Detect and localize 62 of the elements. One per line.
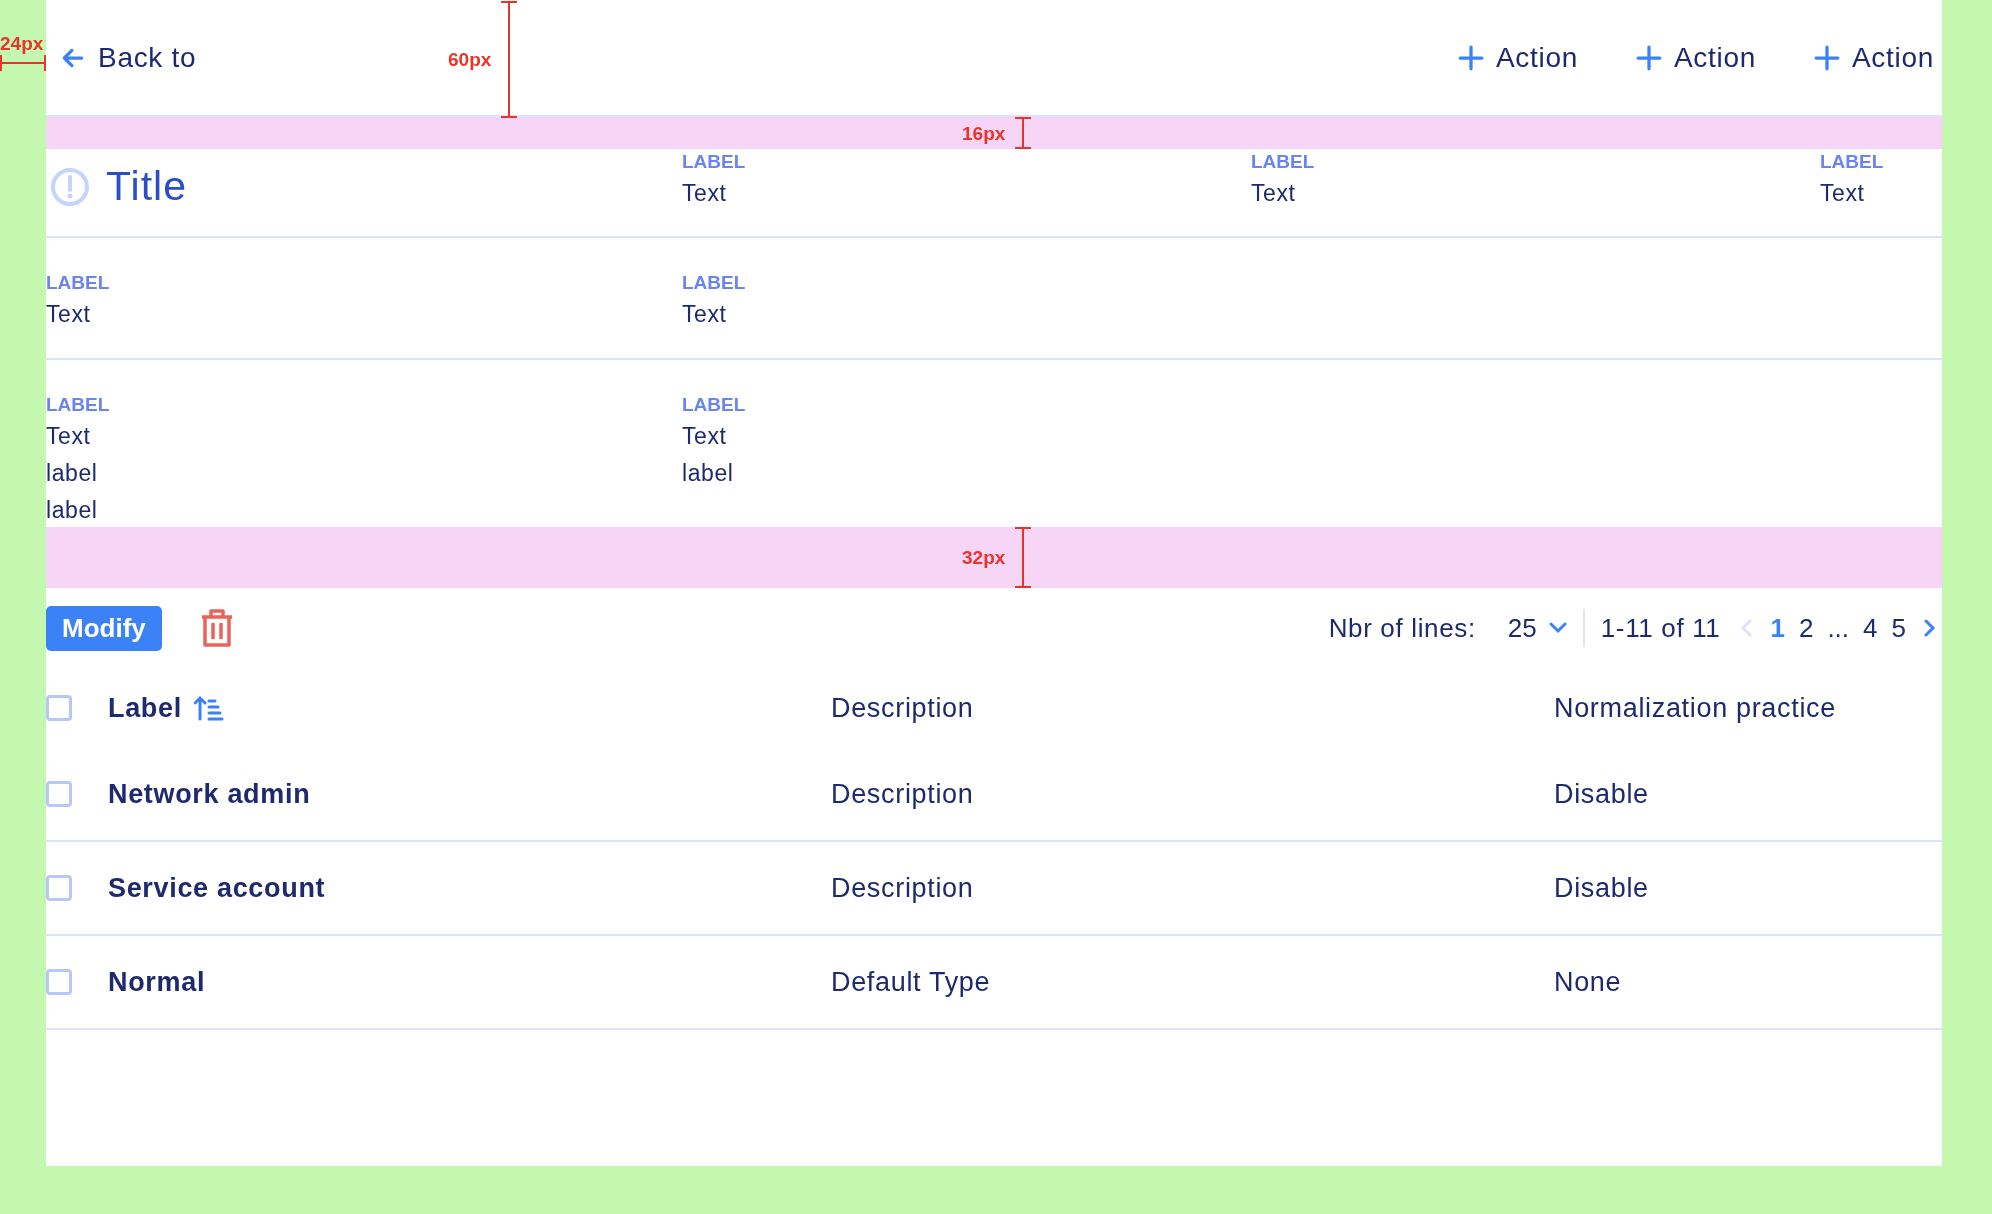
table-cell-text: Default Type	[831, 965, 992, 999]
table-cell-text: Disable	[1554, 871, 1650, 905]
plus-icon	[1457, 44, 1484, 71]
field-label: LABEL	[682, 271, 747, 295]
lines-per-page-select[interactable]: 25	[1507, 608, 1567, 648]
spacing-label: 24px	[0, 34, 44, 53]
field-value: label	[46, 496, 99, 525]
field-label: LABEL	[1251, 150, 1316, 174]
spacing-label: 60px	[448, 50, 492, 69]
field-value: label	[46, 459, 99, 488]
table-cell-text: Network admin	[108, 777, 312, 811]
checkbox[interactable]	[46, 781, 72, 807]
page-ellipsis: ...	[1827, 611, 1850, 645]
vertical-measure	[1013, 527, 1034, 588]
vertical-measure	[1013, 117, 1034, 149]
field-value: Text	[46, 300, 92, 329]
table-cell-text: None	[1554, 965, 1623, 999]
table-cell-text: Disable	[1554, 777, 1650, 811]
exclamation-circle-icon	[50, 166, 90, 207]
lines-per-page-label: Nbr of lines:	[1328, 611, 1476, 645]
action-button[interactable]: Action	[1457, 36, 1578, 79]
field-value: label	[682, 459, 735, 488]
field-value: Text	[682, 422, 728, 451]
page-link[interactable]: 2	[1798, 608, 1814, 648]
action-button[interactable]: Action	[1813, 36, 1934, 79]
field-value: Text	[1820, 179, 1866, 208]
field-label: LABEL	[46, 271, 111, 295]
page-link[interactable]: 5	[1891, 608, 1906, 648]
checkbox[interactable]	[46, 969, 72, 995]
column-header[interactable]: Normalization practice	[1554, 687, 1836, 729]
field-value: Text	[682, 179, 728, 208]
plus-icon	[1635, 44, 1662, 71]
table-cell-text: Service account	[108, 871, 327, 905]
table-cell-text: Normal	[108, 965, 207, 999]
field-value: Text	[46, 422, 92, 451]
column-header[interactable]: Description	[831, 687, 974, 729]
plus-icon	[1813, 44, 1840, 71]
field-label: LABEL	[1820, 150, 1885, 174]
field-value: Text	[682, 300, 728, 329]
field-value: Text	[1251, 179, 1297, 208]
checkbox[interactable]	[46, 695, 72, 721]
spacing-label: 16px	[962, 123, 1006, 143]
page-link[interactable]: 1	[1770, 608, 1785, 648]
trash-icon[interactable]	[199, 608, 234, 648]
action-button[interactable]: Action	[1635, 36, 1756, 79]
chevron-down-icon	[1548, 622, 1567, 634]
field-label: LABEL	[682, 393, 747, 417]
sort-ascending-icon[interactable]	[193, 695, 224, 721]
spacing-label: 32px	[962, 548, 1006, 567]
checkbox[interactable]	[46, 875, 72, 901]
modify-button[interactable]: Modify	[46, 605, 162, 651]
chevron-right-icon[interactable]	[1924, 619, 1936, 637]
field-label: LABEL	[46, 393, 111, 417]
table-cell-text: Description	[831, 871, 975, 905]
column-header[interactable]: Label	[108, 687, 182, 729]
back-link[interactable]: Back to	[60, 36, 197, 79]
field-label: LABEL	[682, 150, 747, 174]
table-cell-text: Description	[831, 777, 975, 811]
page-title: Title	[106, 161, 188, 211]
horizontal-measure	[0, 53, 46, 73]
range-text: 1-11 of 11	[1600, 611, 1721, 645]
page-link[interactable]: 4	[1863, 608, 1878, 648]
